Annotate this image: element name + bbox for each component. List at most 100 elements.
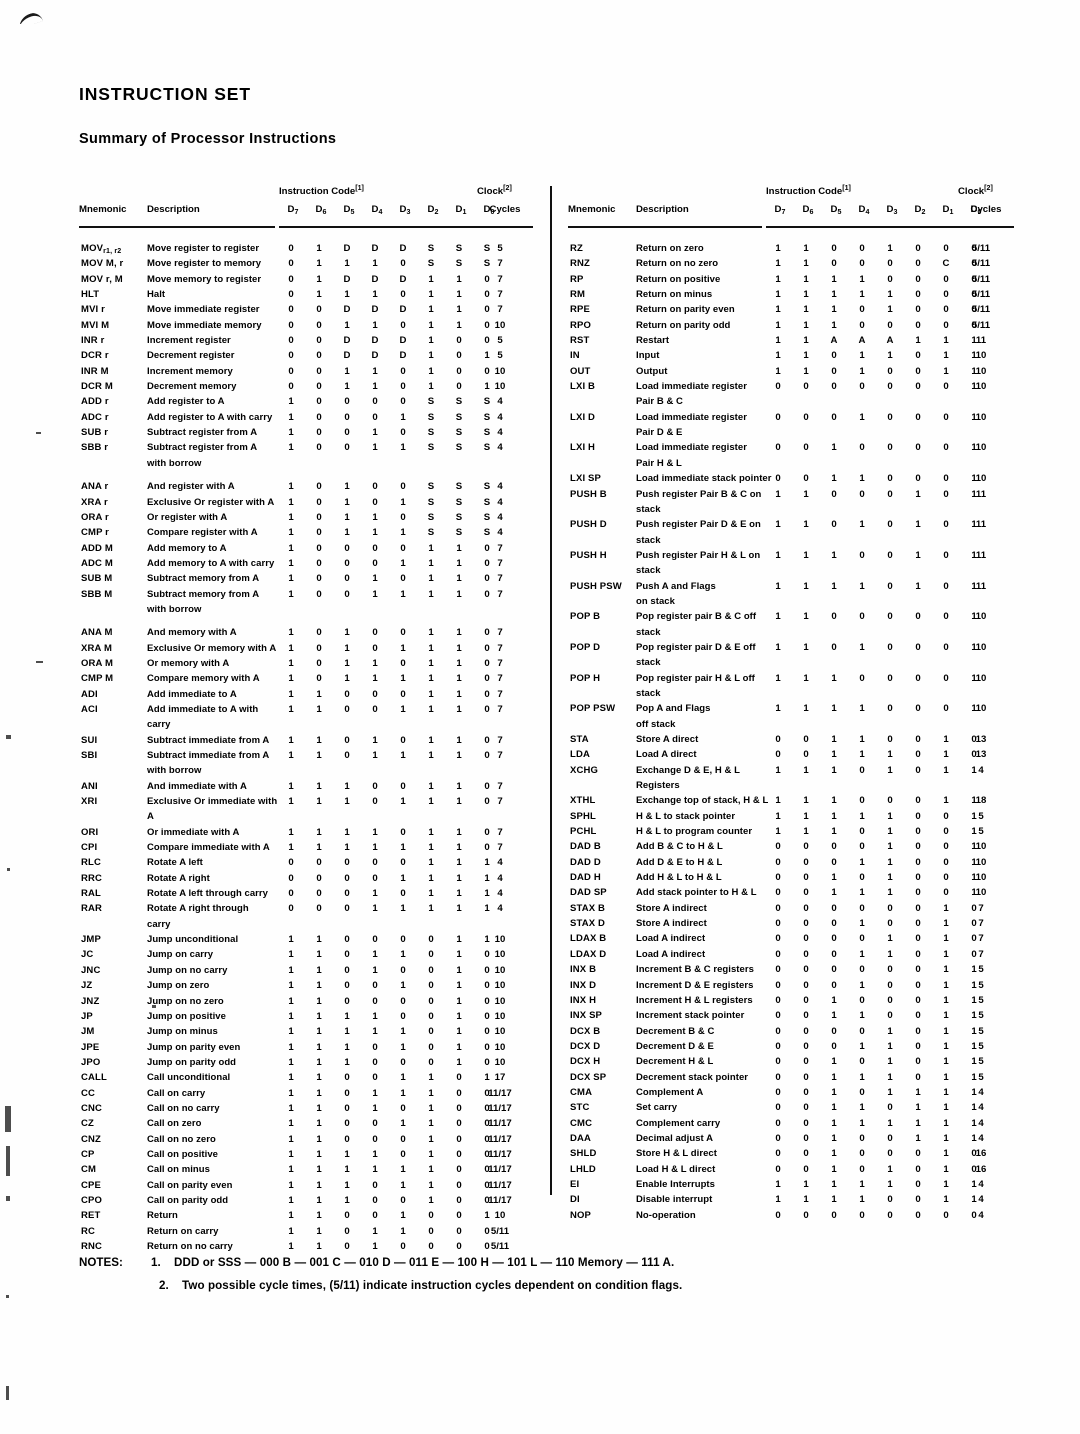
table-row[interactable]: NOP No-operation 0 0 0 0 0 0 0 0 4: [568, 1210, 1020, 1225]
table-row[interactable]: ADD r Add register to A10000SSS4: [79, 396, 534, 411]
table-row[interactable]: RST Restart 1 1 A A A 1 1 1 11: [568, 335, 1020, 350]
table-row[interactable]: RAL Rotate A left through carry 0 0 0 1 0 1 1 1 4: [79, 888, 534, 903]
table-row[interactable]: DI Disable interrupt 1 1 1 1 0 0 1 1 4: [568, 1194, 1020, 1209]
table-row[interactable]: EI Enable Interrupts 1 1 1 1 1 0 1 1 4: [568, 1179, 1020, 1194]
table-row[interactable]: LDAX D Load A indirect 0 0 0 1 1 0 1 0 7: [568, 949, 1020, 964]
table-row[interactable]: MOV M, r Move register to memory 0 1 1 1 0 S S S 7: [79, 258, 534, 273]
table-row[interactable]: OUT Output 1 1 0 1 0 0 1 1 10: [568, 366, 1020, 381]
table-row[interactable]: SBB M Subtract memory from A100111107: [79, 589, 534, 604]
table-row[interactable]: DCX D Decrement D & E000110115: [568, 1041, 1020, 1056]
table-row[interactable]: MOV r, M Move memory to register 0 1 D D D 1 1 0 7: [79, 274, 534, 289]
table-row[interactable]: PUSH H Push register Pair H & L on 1 1 1 0 0 1 0…: [568, 550, 1020, 565]
table-row[interactable]: CC Call on carry 1 1 0 1 1 1 0 0 11/17: [79, 1088, 534, 1103]
table-row[interactable]: XCHG Exchange D & E, H & L111010114: [568, 765, 1020, 780]
table-row[interactable]: JNC Jump on no carry 1 1 0 1 0 0 1 0 10: [79, 965, 534, 980]
table-row[interactable]: ACI Add immediate to A with 1 1 0 0 1 1 1 0 7: [79, 704, 534, 719]
table-row[interactable]: STAX B Store A indirect 0 0 0 0 0 0 1 0 7: [568, 903, 1020, 918]
table-row[interactable]: JMP Jump unconditional 1 1 0 0 0 0 1 1 10: [79, 934, 534, 949]
table-row[interactable]: XRA M Exclusive Or memory with A101011107: [79, 643, 534, 658]
table-row[interactable]: JPE Jump on parity even 1 1 1 0 1 0 1 0 10: [79, 1042, 534, 1057]
table-row[interactable]: CMA Complement A001011114: [568, 1087, 1020, 1102]
table-row[interactable]: DAA Decimal adjust A001001114: [568, 1133, 1020, 1148]
table-row[interactable]: ADC M Add memory to A with carry 1 0 0 0 1 1 1 0 7: [79, 558, 534, 573]
table-row[interactable]: DAD SP Add stack pointer to H & L00111001…: [568, 887, 1020, 902]
table-row[interactable]: INR r Increment register 0 0 D D D 1 0 0 5: [79, 335, 534, 350]
table-row[interactable]: ANI And immediate with A111001107: [79, 781, 534, 796]
table-row[interactable]: LXI SP Load immediate stack pointer 0 0 1 1 0 0…: [568, 473, 1020, 488]
table-row[interactable]: SBB r Subtract register from A10011SSS4: [79, 442, 534, 457]
table-row[interactable]: ORA r Or register with A10110SSS4: [79, 512, 534, 527]
table-row[interactable]: ADD M Add memory to A100001107: [79, 543, 534, 558]
table-row[interactable]: DCX H Decrement H & L001010115: [568, 1056, 1020, 1071]
table-row[interactable]: ANA r And register with A10100SSS4: [79, 481, 534, 496]
table-row[interactable]: POP D Pop register pair D & E off 1 1 0 1 0 0 0 1…: [568, 642, 1020, 657]
table-row[interactable]: INR M Increment memory 0 0 1 1 0 1 0 0 10: [79, 366, 534, 381]
table-row[interactable]: RRC Rotate A right 0 0 0 0 1 1 1 1 4: [79, 873, 534, 888]
table-row[interactable]: INX H Increment H & L registers 0 0 1 0 0 0 1 1 5: [568, 995, 1020, 1010]
table-row[interactable]: DCX B Decrement B & C000010115: [568, 1026, 1020, 1041]
table-row[interactable]: CM Call on minus 1 1 1 1 1 1 0 0 11/17: [79, 1164, 534, 1179]
table-row[interactable]: INX D Increment D & E registers 0 0 0 1 0 0 1 1 5: [568, 980, 1020, 995]
table-row[interactable]: DAD B Add B & C to H & L 0 0 0 0 1 0 0 1 10: [568, 841, 1020, 856]
table-row[interactable]: ANA M And memory with A101001107: [79, 627, 534, 642]
table-row[interactable]: LXI H Load immediate register 0 0 1 0 0 0 0 1 10: [568, 442, 1020, 457]
table-row[interactable]: SHLD Store H & L direct 0 0 1 0 0 0 1 0 16: [568, 1148, 1020, 1163]
table-row[interactable]: DAD D Add D & E to H & L 0 0 0 1 1 0 0 1 10: [568, 857, 1020, 872]
table-row[interactable]: MOVr1, r2 Move register to register 0 1 D D D S…: [79, 243, 534, 258]
table-row[interactable]: RC Return on carry 1 1 0 1 1 0 0 0 5/11: [79, 1226, 534, 1241]
table-row[interactable]: RAR Rotate A right through 0 0 0 1 1 1 1 1 4: [79, 903, 534, 918]
table-row[interactable]: DAD H Add H & L to H & L 0 0 1 0 1 0 0 1 10: [568, 872, 1020, 887]
table-row[interactable]: STAX D Store A indirect 0 0 0 1 0 0 1 0 7: [568, 918, 1020, 933]
table-row[interactable]: DCR r Decrement register 0 0 D D D 1 0 1 5: [79, 350, 534, 365]
table-row[interactable]: ORA M Or memory with A101101107: [79, 658, 534, 673]
table-row[interactable]: STC Set carry 0 0 1 1 0 1 1 1 4: [568, 1102, 1020, 1117]
table-row[interactable]: RM Return on minus 1 1 1 1 1 0 0 0 5/11: [568, 289, 1020, 304]
table-row[interactable]: MVI r Move immediate register 0 0 D D D 1 1 0 7: [79, 304, 534, 319]
table-row[interactable]: RPO Return on parity odd 1 1 1 0 0 0 0 0 5/11: [568, 320, 1020, 335]
table-row[interactable]: DCR M Decrement memory 0 0 1 1 0 1 0 1 10: [79, 381, 534, 396]
table-row[interactable]: SPHL H & L to stack pointer 1 1 1 1 1 0 0 1 5: [568, 811, 1020, 826]
table-row[interactable]: SUI Subtract immediate from A110101107: [79, 735, 534, 750]
table-row[interactable]: CZ Call on zero 1 1 0 0 1 1 0 0 11/17: [79, 1118, 534, 1133]
table-row[interactable]: CPE Call on parity even 1 1 1 0 1 1 0 0 11/17: [79, 1180, 534, 1195]
table-row[interactable]: JC Jump on carry 1 1 0 1 1 0 1 0 10: [79, 949, 534, 964]
table-row[interactable]: INX B Increment B & C registers 0 0 0 0 0 0 1 1 5: [568, 964, 1020, 979]
table-row[interactable]: INX SP Increment stack pointer 0 0 1 1 0 0 1 1 5: [568, 1010, 1020, 1025]
table-row[interactable]: XRI Exclusive Or immediate with 1 1 1 0 1 1 1 0 7: [79, 796, 534, 811]
table-row[interactable]: LHLD Load H & L direct 0 0 1 0 1 0 1 0 16: [568, 1164, 1020, 1179]
table-row[interactable]: RZ Return on zero 1 1 0 0 1 0 0 0 5/11: [568, 243, 1020, 258]
table-row[interactable]: HLT Halt 0 1 1 1 0 1 1 0 7: [79, 289, 534, 304]
table-row[interactable]: CNZ Call on no zero 1 1 0 0 0 1 0 0 11/17: [79, 1134, 534, 1149]
table-row[interactable]: ADI Add immediate to A110001107: [79, 689, 534, 704]
table-row[interactable]: LXI D Load immediate register 0 0 0 1 0 0 0 1 10: [568, 412, 1020, 427]
table-row[interactable]: MVI M Move immediate memory 0 0 1 1 0 1 1 0 10: [79, 320, 534, 335]
table-row[interactable]: CALL Call unconditional 1 1 0 0 1 1 0 1 17: [79, 1072, 534, 1087]
table-row[interactable]: STA Store A direct 0 0 1 1 0 0 1 0 13: [568, 734, 1020, 749]
table-row[interactable]: RNC Return on no carry 1 1 0 1 0 0 0 0 5/11: [79, 1241, 534, 1256]
table-row[interactable]: POP PSW Pop A and Flags 1 1 1 1 0 0 0 1 10: [568, 703, 1020, 718]
table-row[interactable]: ORI Or immediate with A111101107: [79, 827, 534, 842]
table-row[interactable]: POP B Pop register pair B & C off 1 1 0 0 0 0 0 1…: [568, 611, 1020, 626]
table-row[interactable]: DCX SP Decrement stack pointer 0 0 1 1 1 0 1 1 5: [568, 1072, 1020, 1087]
table-row[interactable]: CMP r Compare register with A10111SSS4: [79, 527, 534, 542]
table-row[interactable]: SUB r Subtract register from A10010SSS4: [79, 427, 534, 442]
table-row[interactable]: PUSH B Push register Pair B & C on 1 1 0 0 0 1 0…: [568, 489, 1020, 504]
table-row[interactable]: JPO Jump on parity odd 1 1 1 0 0 0 1 0 10: [79, 1057, 534, 1072]
table-row[interactable]: CP Call on positive 1 1 1 1 0 1 0 0 11/17: [79, 1149, 534, 1164]
table-row[interactable]: RLC Rotate A left 0 0 0 0 0 1 1 1 4: [79, 857, 534, 872]
table-row[interactable]: SBI Subtract immediate from A110111107: [79, 750, 534, 765]
table-row[interactable]: PUSH D Push register Pair D & E on 1 1 0 1 0 1 0…: [568, 519, 1020, 534]
table-row[interactable]: JM Jump on minus 1 1 1 1 1 0 1 0 10: [79, 1026, 534, 1041]
table-row[interactable]: XTHL Exchange top of stack, H & L 1 1 1 0 0 0 1 1…: [568, 795, 1020, 810]
table-row[interactable]: PCHL H & L to program counter 1 1 1 0 1 0 0 1 5: [568, 826, 1020, 841]
table-row[interactable]: LDA Load A direct 0 0 1 1 1 0 1 0 13: [568, 749, 1020, 764]
table-row[interactable]: JP Jump on positive 1 1 1 1 0 0 1 0 10: [79, 1011, 534, 1026]
table-row[interactable]: PUSH PSW Push A and Flags 1 1 1 1 0 1 0 1 11: [568, 581, 1020, 596]
table-row[interactable]: RNZ Return on no zero 1 1 0 0 0 0 C 0 5/11: [568, 258, 1020, 273]
table-row[interactable]: RET Return 1 1 0 0 1 0 0 1 10: [79, 1210, 534, 1225]
table-row[interactable]: LXI B Load immediate register 0 0 0 0 0 0 0 1 10: [568, 381, 1020, 396]
table-row[interactable]: XRA r Exclusive Or register with A 1 0 1 0 1 S S…: [79, 497, 534, 512]
table-row[interactable]: CMP M Compare memory with A101111107: [79, 673, 534, 688]
table-row[interactable]: ADC r Add register to A with carry 1 0 0 0 1 S S…: [79, 412, 534, 427]
table-row[interactable]: SUB M Subtract memory from A100101107: [79, 573, 534, 588]
